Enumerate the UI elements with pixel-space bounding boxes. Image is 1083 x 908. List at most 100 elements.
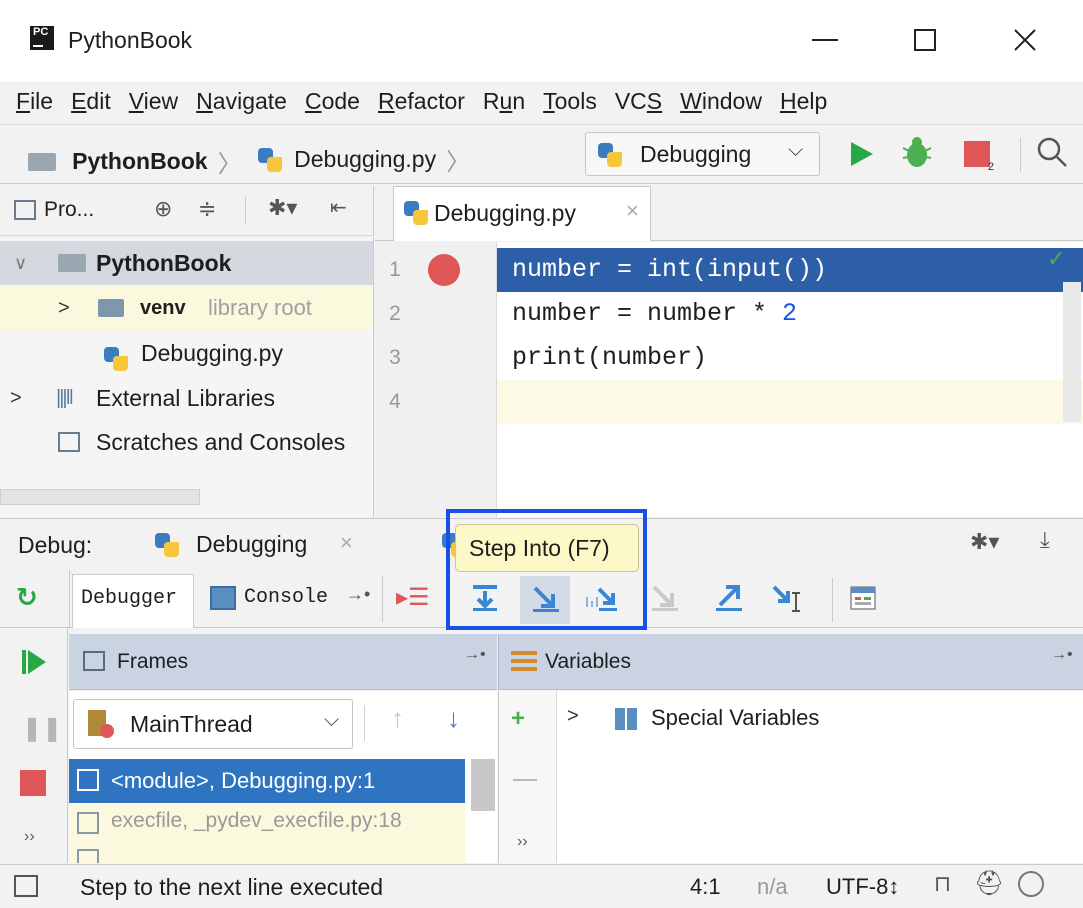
menu-view[interactable]: View xyxy=(129,82,178,122)
line-number: 3 xyxy=(389,346,401,369)
variable-row[interactable]: > Special Variables xyxy=(559,701,1079,741)
close-icon xyxy=(1014,29,1036,51)
step-out-icon[interactable] xyxy=(714,583,744,613)
menu-navigate[interactable]: Navigate xyxy=(196,82,287,122)
menu-run[interactable]: Run xyxy=(483,82,525,122)
more-icon[interactable]: ›› xyxy=(24,828,35,846)
minimize-button[interactable] xyxy=(800,18,850,62)
code-editor[interactable]: 1 2 3 4 number = int(input()) number = n… xyxy=(375,242,1083,517)
pause-icon[interactable]: ❚❚ xyxy=(22,714,62,743)
run-button[interactable] xyxy=(851,142,873,166)
frame-icon xyxy=(77,812,99,834)
more-icon[interactable]: ›› xyxy=(517,833,528,851)
hide-icon[interactable]: ⤓ xyxy=(1040,527,1050,553)
frames-header: Frames →• xyxy=(69,634,497,690)
debug-side-toolbar: ❚❚ ›› xyxy=(0,628,68,863)
tree-root-label: PythonBook xyxy=(96,250,232,276)
nav-file[interactable]: Debugging.py 〉 xyxy=(258,142,470,177)
gear-icon[interactable]: ✱▾ xyxy=(268,195,297,221)
search-icon xyxy=(1037,137,1067,167)
python-run-config-icon xyxy=(155,533,179,557)
line-number: 4 xyxy=(389,390,401,413)
tree-item-debugging-file[interactable]: Debugging.py xyxy=(0,331,373,375)
title-bar: PC PythonBook xyxy=(0,0,1083,82)
frame-row-selected[interactable]: <module>, Debugging.py:1 xyxy=(69,759,465,803)
menu-edit[interactable]: Edit xyxy=(71,82,111,122)
tree-item-scratches[interactable]: Scratches and Consoles xyxy=(0,420,373,464)
collapse-all-icon[interactable]: ≑ xyxy=(198,196,216,222)
remove-watch-icon[interactable] xyxy=(513,779,537,781)
inspection-ok-icon: ✓ xyxy=(1047,246,1066,271)
stop-button[interactable]: 2 xyxy=(964,141,994,173)
code-text: number = int(input()) xyxy=(512,255,828,284)
vertical-scrollbar[interactable] xyxy=(1063,282,1081,422)
search-button[interactable] xyxy=(1036,136,1068,176)
locate-file-icon[interactable]: ⊕ xyxy=(154,196,172,222)
code-line-2[interactable]: number = number * 2 xyxy=(497,292,1083,336)
nav-project[interactable]: PythonBook 〉 xyxy=(28,144,242,179)
tree-item-external-libraries[interactable]: > |||‖ External Libraries xyxy=(0,376,373,420)
chevron-right-icon: 〉 xyxy=(446,149,471,176)
tab-debugger[interactable]: Debugger xyxy=(72,574,194,628)
stop-icon[interactable] xyxy=(20,770,46,796)
gear-icon[interactable]: ✱▾ xyxy=(970,529,999,555)
menu-file[interactable]: File xyxy=(16,82,53,122)
code-line-1[interactable]: number = int(input()) xyxy=(497,248,1083,292)
show-execution-point-icon[interactable]: ▸☰ xyxy=(396,583,430,612)
pin-icon[interactable]: →• xyxy=(464,646,486,664)
python-run-config-icon xyxy=(598,143,622,167)
menu-refactor[interactable]: Refactor xyxy=(378,82,465,122)
evaluate-expression-icon[interactable] xyxy=(850,586,876,610)
toolbar-divider xyxy=(832,578,833,622)
lock-icon[interactable]: ⊓ xyxy=(934,871,951,897)
close-button[interactable] xyxy=(1000,18,1050,62)
editor-tab-debugging[interactable]: Debugging.py × xyxy=(393,186,651,241)
thread-select[interactable]: MainThread ⌵ xyxy=(73,699,353,749)
menu-tools[interactable]: Tools xyxy=(543,82,597,122)
project-view-icon xyxy=(14,200,36,220)
caret-position[interactable]: 4:1 xyxy=(690,874,721,900)
code-text: number = number * xyxy=(512,299,783,328)
file-encoding[interactable]: UTF-8↕ xyxy=(826,874,899,900)
line-number: 1 xyxy=(389,258,401,281)
menu-code[interactable]: Code xyxy=(305,82,360,122)
close-tab-icon[interactable]: × xyxy=(626,198,639,224)
hide-panel-icon[interactable]: ⇤ xyxy=(330,195,347,220)
tree-item-root[interactable]: ∨ PythonBook xyxy=(0,241,373,285)
status-bar: Step to the next line executed 4:1 n/a U… xyxy=(0,864,1083,908)
menu-window[interactable]: Window xyxy=(680,82,762,122)
debug-button[interactable] xyxy=(900,134,936,172)
next-frame-icon[interactable]: ↓ xyxy=(447,703,460,734)
tab-console[interactable]: Console →• xyxy=(200,576,380,626)
previous-frame-icon[interactable]: ↑ xyxy=(391,703,404,734)
tool-window-toggle-icon[interactable] xyxy=(14,875,38,897)
menu-help[interactable]: Help xyxy=(780,82,827,122)
menu-vcs[interactable]: VCS xyxy=(615,82,662,122)
force-step-into-icon[interactable] xyxy=(650,583,680,613)
frame-row[interactable]: execfile, _pydev_execfile.py:18 xyxy=(69,803,465,863)
breakpoint-icon[interactable] xyxy=(428,254,460,286)
event-log-icon[interactable] xyxy=(1018,871,1044,897)
bug-icon xyxy=(902,137,932,167)
project-view-select[interactable]: Pro... xyxy=(44,198,94,222)
code-line-4[interactable] xyxy=(497,380,1083,424)
frame-label: execfile, _pydev_execfile.py:18 xyxy=(111,809,402,832)
add-watch-icon[interactable]: + xyxy=(511,705,525,733)
variables-header: Variables →• xyxy=(498,634,1083,690)
run-configuration-select[interactable]: Debugging ⌵ xyxy=(585,132,820,176)
debug-session-tab[interactable]: Debugging xyxy=(196,531,307,558)
run-to-cursor-icon[interactable] xyxy=(772,583,808,613)
rerun-icon[interactable]: ↻ xyxy=(16,582,38,613)
frames-scrollbar[interactable] xyxy=(471,759,495,811)
maximize-button[interactable] xyxy=(900,18,950,62)
code-line-3[interactable]: print(number) xyxy=(497,336,1083,380)
pin-icon[interactable]: →• xyxy=(1051,646,1073,664)
tree-item-venv[interactable]: > venv library root xyxy=(0,286,373,330)
inspector-icon[interactable]: ⛑ xyxy=(974,869,1004,898)
frame-icon xyxy=(77,769,99,791)
variables-side-toolbar: + ›› xyxy=(499,691,557,863)
horizontal-scrollbar[interactable] xyxy=(0,489,200,505)
venv-label: venv xyxy=(140,297,186,319)
close-session-icon[interactable]: × xyxy=(340,530,353,556)
chevron-down-icon: ⌵ xyxy=(324,709,340,731)
